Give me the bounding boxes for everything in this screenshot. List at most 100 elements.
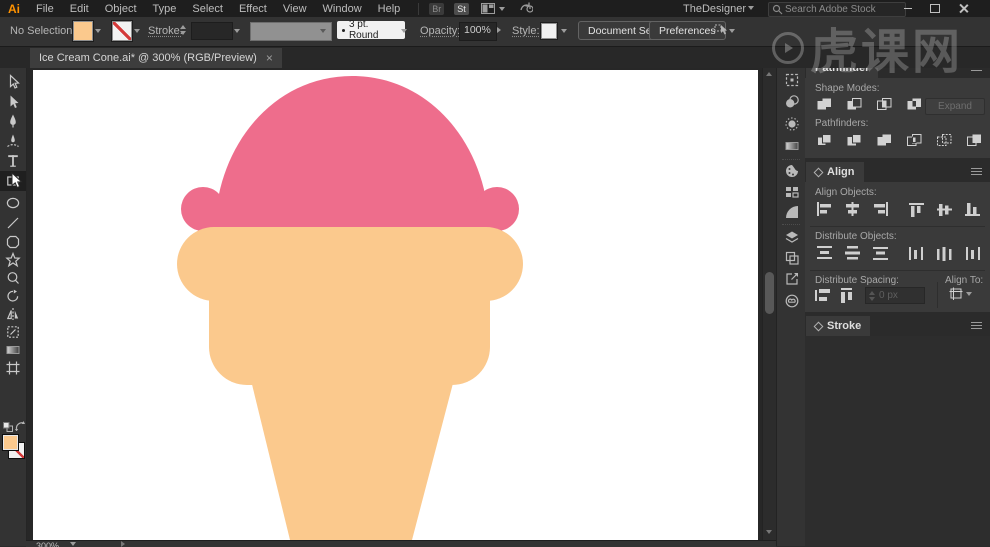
brushes-panel-icon[interactable]: [783, 115, 800, 132]
crop-button[interactable]: [903, 132, 925, 148]
horizontal-align-center-button[interactable]: [841, 201, 863, 217]
merge-button[interactable]: [873, 132, 895, 148]
transform-panel-icon[interactable]: [783, 71, 800, 88]
stroke-color-swatch[interactable]: [112, 21, 132, 41]
chevron-down-icon[interactable]: [134, 29, 140, 33]
bridge-icon[interactable]: Br: [429, 3, 444, 15]
vertical-distribute-center-button[interactable]: [841, 245, 863, 261]
horizontal-distribute-left-button[interactable]: [905, 245, 927, 261]
share-icon[interactable]: [519, 1, 533, 16]
color-panel-icon[interactable]: [783, 162, 800, 179]
ice-cream-artwork[interactable]: [33, 70, 758, 540]
menu-select[interactable]: Select: [184, 3, 231, 15]
horizontal-align-left-button[interactable]: [813, 201, 835, 217]
menu-view[interactable]: View: [275, 3, 315, 15]
stroke-panel-icon[interactable]: [783, 203, 800, 220]
layers-panel-icon[interactable]: [783, 228, 800, 245]
curvature-tool[interactable]: [0, 131, 26, 151]
chevron-right-icon[interactable]: [497, 27, 501, 33]
brush-definition-dropdown[interactable]: 3 pt. Round: [337, 21, 405, 39]
workspace-layout-icon[interactable]: [481, 3, 505, 14]
export-panel-icon[interactable]: [783, 270, 800, 287]
unite-button[interactable]: [813, 96, 835, 112]
menu-file[interactable]: File: [28, 3, 62, 15]
opacity-field[interactable]: 100%: [459, 22, 497, 41]
shaper-tool[interactable]: [0, 268, 26, 288]
menu-window[interactable]: Window: [315, 3, 370, 15]
chevron-down-icon[interactable]: [561, 29, 567, 33]
swatches-panel-icon[interactable]: [783, 183, 800, 200]
opacity-label[interactable]: Opacity:: [420, 25, 460, 37]
minus-back-button[interactable]: [963, 132, 985, 148]
libraries-panel-icon[interactable]: [783, 292, 800, 309]
free-transform-tool[interactable]: [0, 322, 26, 342]
minimize-button[interactable]: [897, 0, 919, 17]
panel-menu-icon[interactable]: [971, 171, 982, 172]
vertical-scrollbar[interactable]: [762, 68, 776, 540]
gradient-panel-icon[interactable]: [783, 137, 800, 154]
line-segment-tool[interactable]: [0, 213, 26, 233]
vertical-distribute-space-button[interactable]: [813, 287, 833, 303]
align-to-dropdown[interactable]: [947, 286, 973, 302]
menu-effect[interactable]: Effect: [231, 3, 275, 15]
fill-swatch[interactable]: [2, 434, 19, 451]
next-artboard-icon[interactable]: [121, 541, 125, 547]
maximize-button[interactable]: [924, 0, 946, 17]
chevron-down-icon[interactable]: [234, 29, 240, 33]
gradient-tool[interactable]: [0, 340, 26, 360]
intersect-button[interactable]: [873, 96, 895, 112]
scroll-down-icon[interactable]: [766, 530, 772, 534]
fill-color-swatch[interactable]: [73, 21, 93, 41]
trim-button[interactable]: [843, 132, 865, 148]
pen-tool[interactable]: [0, 111, 26, 131]
vertical-distribute-top-button[interactable]: [813, 245, 835, 261]
chevron-down-icon[interactable]: [95, 29, 101, 33]
direct-selection-tool[interactable]: [0, 92, 26, 112]
panel-menu-icon[interactable]: [971, 325, 982, 326]
search-box[interactable]: [768, 2, 906, 17]
menu-help[interactable]: Help: [370, 3, 409, 15]
workspace-switcher[interactable]: TheDesigner: [683, 3, 746, 15]
chevron-down-icon[interactable]: [401, 29, 407, 33]
ellipse-tool[interactable]: [0, 193, 26, 213]
scroll-up-icon[interactable]: [766, 72, 772, 76]
close-button[interactable]: [952, 0, 974, 17]
stock-icon[interactable]: St: [454, 3, 469, 15]
tab-align[interactable]: Align: [806, 162, 864, 182]
horizontal-distribute-space-button[interactable]: [837, 287, 857, 303]
tab-stroke[interactable]: Stroke: [806, 316, 870, 336]
style-swatch[interactable]: [541, 23, 557, 39]
divide-button[interactable]: [813, 132, 835, 148]
artboards-panel-icon[interactable]: [783, 249, 800, 266]
stroke-weight-label[interactable]: Stroke:: [148, 25, 183, 37]
minus-front-button[interactable]: [843, 96, 865, 112]
close-tab-icon[interactable]: ×: [266, 53, 273, 63]
rotate-tool[interactable]: [0, 286, 26, 306]
scrollbar-thumb[interactable]: [765, 272, 774, 314]
horizontal-distribute-center-button[interactable]: [933, 245, 955, 261]
artboard-tool[interactable]: [0, 358, 26, 378]
vertical-align-top-button[interactable]: [905, 201, 927, 217]
isolate-selection-icon[interactable]: [714, 24, 727, 40]
pathfinder-panel-icon[interactable]: [783, 93, 800, 110]
reflect-tool[interactable]: [0, 304, 26, 324]
selection-tool[interactable]: [0, 72, 26, 92]
polygon-tool[interactable]: [0, 232, 26, 252]
star-tool[interactable]: [0, 250, 26, 270]
vertical-distribute-bottom-button[interactable]: [869, 245, 891, 261]
menu-edit[interactable]: Edit: [62, 3, 97, 15]
menu-object[interactable]: Object: [97, 3, 145, 15]
outline-button[interactable]: [933, 132, 955, 148]
search-input[interactable]: [783, 3, 892, 16]
type-tool[interactable]: [0, 151, 26, 171]
exclude-button[interactable]: [903, 96, 925, 112]
stroke-weight-stepper[interactable]: [180, 25, 186, 35]
zoom-level[interactable]: 300%: [36, 541, 59, 547]
panel-cycle-icon[interactable]: [814, 321, 824, 331]
horizontal-distribute-right-button[interactable]: [961, 245, 983, 261]
vertical-align-bottom-button[interactable]: [961, 201, 983, 217]
menu-type[interactable]: Type: [145, 3, 185, 15]
style-label[interactable]: Style:: [512, 25, 540, 37]
panel-cycle-icon[interactable]: [814, 167, 824, 177]
horizontal-align-right-button[interactable]: [869, 201, 891, 217]
